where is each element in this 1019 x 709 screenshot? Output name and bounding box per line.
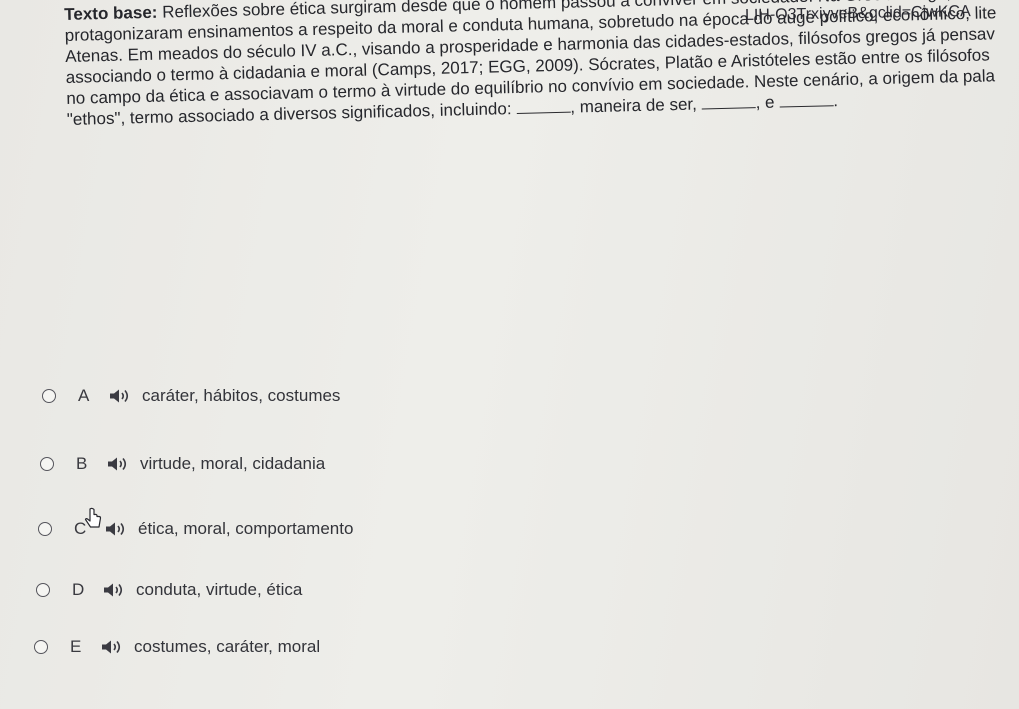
option-letter: D [72,580,85,599]
answer-blank-1 [516,99,571,114]
question-text: Texto base: Reflexões sobre ética surgir… [64,0,1019,130]
option-letter: B [76,454,88,473]
speaker-icon[interactable] [100,639,126,655]
answer-blank-3 [779,93,834,108]
radio-option-b[interactable] [40,457,54,471]
speaker-icon[interactable] [104,521,130,537]
option-text: costumes, caráter, moral [134,637,321,656]
option-c[interactable]: C ética, moral, comportamento [38,515,353,543]
option-letter: A [78,386,90,405]
radio-option-a[interactable] [42,389,56,403]
option-letter: E [70,637,82,656]
option-text: virtude, moral, cidadania [140,454,326,473]
option-text: caráter, hábitos, costumes [142,386,341,405]
question-label: Texto base: [64,2,158,24]
option-text: ética, moral, comportamento [138,519,354,538]
option-e[interactable]: E costumes, caráter, moral [34,633,320,661]
speaker-icon[interactable] [108,388,134,404]
radio-option-c[interactable] [38,522,52,536]
option-text: conduta, virtude, ética [136,580,303,599]
option-a[interactable]: A caráter, hábitos, costumes [42,382,340,410]
radio-option-d[interactable] [36,583,50,597]
speaker-icon[interactable] [106,456,132,472]
speaker-icon[interactable] [102,582,128,598]
answer-blank-2 [701,95,756,110]
option-d[interactable]: D conduta, virtude, ética [36,576,302,604]
option-b[interactable]: B virtude, moral, cidadania [40,450,325,478]
answer-options: A caráter, hábitos, costumes B virtude, … [0,380,600,700]
option-letter: C [74,519,87,538]
radio-option-e[interactable] [34,640,48,654]
